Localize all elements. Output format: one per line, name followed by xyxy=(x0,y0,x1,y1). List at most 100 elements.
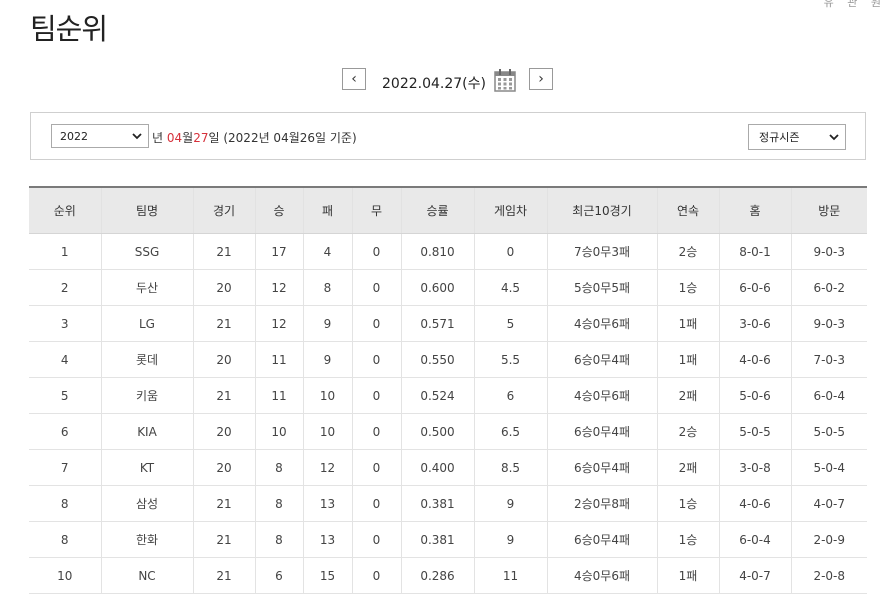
cell-last10: 6승0무4패 xyxy=(546,341,657,378)
cell-home: 3-0-6 xyxy=(718,305,791,342)
cell-home: 5-0-6 xyxy=(718,377,791,414)
cell-away: 7-0-3 xyxy=(790,341,867,378)
cell-games-behind: 5 xyxy=(473,305,547,342)
cell-rank: 3 xyxy=(29,305,101,342)
cell-games: 21 xyxy=(192,485,255,522)
cell-away: 2-0-9 xyxy=(790,521,867,558)
cell-games-behind: 9 xyxy=(473,485,547,522)
cell-last10: 6승0무4패 xyxy=(546,413,657,450)
table-header-row: 순위 팀명 경기 승 패 무 승률 게임차 최근10경기 연속 홈 방문 xyxy=(29,186,867,234)
chevron-left-icon: ‹ xyxy=(351,71,357,87)
cell-losses: 8 xyxy=(302,269,352,306)
cell-games-behind: 9 xyxy=(473,521,547,558)
cell-draws: 0 xyxy=(351,521,401,558)
cell-streak: 2승 xyxy=(656,413,719,450)
cell-games: 21 xyxy=(192,233,255,270)
prev-date-button[interactable]: ‹ xyxy=(342,68,366,90)
cell-losses: 13 xyxy=(302,521,352,558)
cell-team: 롯데 xyxy=(100,341,193,378)
cell-away: 4-0-7 xyxy=(790,485,867,522)
year-select-value: 2022 xyxy=(60,129,88,143)
calendar-icon[interactable] xyxy=(494,68,516,96)
cell-draws: 0 xyxy=(351,233,401,270)
cell-win-pct: 0.524 xyxy=(400,377,474,414)
cell-streak: 2승 xyxy=(656,233,719,270)
column-header-last10: 최근10경기 xyxy=(546,186,657,234)
cell-last10: 4승0무6패 xyxy=(546,557,657,594)
cell-team: KT xyxy=(100,449,193,486)
day-value: 27 xyxy=(193,131,209,145)
cell-home: 6-0-6 xyxy=(718,269,791,306)
cell-streak: 1패 xyxy=(656,341,719,378)
cell-win-pct: 0.810 xyxy=(400,233,474,270)
cell-losses: 9 xyxy=(302,341,352,378)
cell-last10: 4승0무6패 xyxy=(546,305,657,342)
table-row: 10 NC 21 6 15 0 0.286 11 4승0무6패 1패 4-0-7 2-0-8 xyxy=(29,557,867,594)
cell-home: 4-0-7 xyxy=(718,557,791,594)
cell-draws: 0 xyxy=(351,413,401,450)
cell-team: SSG xyxy=(100,233,193,270)
cell-wins: 8 xyxy=(254,485,303,522)
table-row: 1 SSG 21 17 4 0 0.810 0 7승0무3패 2승 8-0-1 9-0-3 xyxy=(29,233,867,270)
cell-losses: 10 xyxy=(302,413,352,450)
cell-rank: 8 xyxy=(29,521,101,558)
table-row: 8 한화 21 8 13 0 0.381 9 6승0무4패 1승 6-0-4 2-0-9 xyxy=(29,521,867,558)
cell-wins: 17 xyxy=(254,233,303,270)
cell-losses: 13 xyxy=(302,485,352,522)
cell-games-behind: 6.5 xyxy=(473,413,547,450)
column-header-games-behind: 게임차 xyxy=(473,186,547,234)
basis-date: (2022년 04월26일 기준) xyxy=(223,131,357,145)
cell-away: 9-0-3 xyxy=(790,305,867,342)
column-header-draws: 무 xyxy=(351,186,401,234)
top-link[interactable]: 원 xyxy=(871,0,881,9)
next-date-button[interactable]: › xyxy=(529,68,553,90)
cell-wins: 11 xyxy=(254,341,303,378)
chevron-down-icon xyxy=(132,133,142,140)
cell-wins: 6 xyxy=(254,557,303,594)
cell-games: 21 xyxy=(192,557,255,594)
cell-team: 키움 xyxy=(100,377,193,414)
column-header-losses: 패 xyxy=(302,186,352,234)
cell-streak: 1승 xyxy=(656,521,719,558)
cell-last10: 6승0무4패 xyxy=(546,449,657,486)
cell-rank: 5 xyxy=(29,377,101,414)
cell-last10: 4승0무6패 xyxy=(546,377,657,414)
top-link[interactable]: 관 xyxy=(847,0,857,9)
cell-win-pct: 0.381 xyxy=(400,521,474,558)
cell-games-behind: 8.5 xyxy=(473,449,547,486)
cell-away: 5-0-5 xyxy=(790,413,867,450)
column-header-win-pct: 승률 xyxy=(400,186,474,234)
cell-draws: 0 xyxy=(351,305,401,342)
date-navigator: ‹ 2022.04.27(수) › xyxy=(0,68,895,94)
cell-streak: 2패 xyxy=(656,449,719,486)
cell-draws: 0 xyxy=(351,269,401,306)
cell-streak: 1승 xyxy=(656,485,719,522)
cell-games-behind: 11 xyxy=(473,557,547,594)
cell-last10: 5승0무5패 xyxy=(546,269,657,306)
column-header-team: 팀명 xyxy=(100,186,193,234)
cell-streak: 1승 xyxy=(656,269,719,306)
cell-home: 6-0-4 xyxy=(718,521,791,558)
day-suffix: 일 xyxy=(208,131,220,145)
cell-wins: 12 xyxy=(254,305,303,342)
season-select[interactable]: 정규시즌 xyxy=(748,124,846,150)
cell-draws: 0 xyxy=(351,485,401,522)
cell-home: 8-0-1 xyxy=(718,233,791,270)
season-select-value: 정규시즌 xyxy=(759,131,800,144)
column-header-streak: 연속 xyxy=(656,186,719,234)
cell-draws: 0 xyxy=(351,557,401,594)
column-header-home: 홈 xyxy=(718,186,791,234)
cell-away: 2-0-8 xyxy=(790,557,867,594)
cell-home: 4-0-6 xyxy=(718,341,791,378)
cell-last10: 7승0무3패 xyxy=(546,233,657,270)
cell-rank: 2 xyxy=(29,269,101,306)
top-link[interactable]: 유 xyxy=(824,0,834,9)
cell-streak: 1패 xyxy=(656,305,719,342)
page-title: 팀순위 xyxy=(30,12,108,46)
cell-away: 9-0-3 xyxy=(790,233,867,270)
cell-rank: 4 xyxy=(29,341,101,378)
cell-team: LG xyxy=(100,305,193,342)
cell-losses: 4 xyxy=(302,233,352,270)
year-select[interactable]: 2022 xyxy=(51,124,149,148)
cell-rank: 10 xyxy=(29,557,101,594)
